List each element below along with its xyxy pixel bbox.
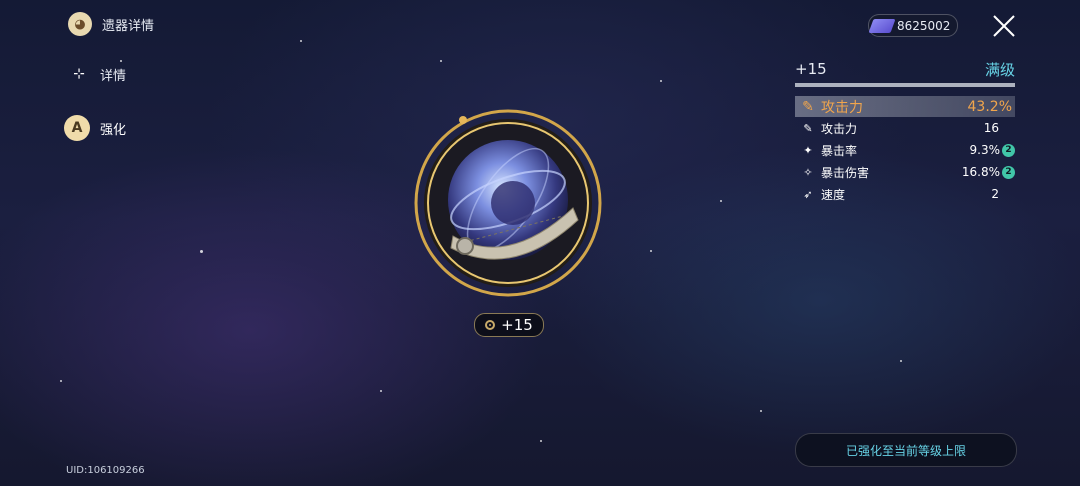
nav-item-enhance[interactable]: A 强化	[64, 115, 126, 141]
sub-stat-name: 暴击伤害	[821, 165, 870, 180]
upgrade-count-badge: 2	[1002, 143, 1015, 157]
attack-icon: ✎	[802, 98, 814, 115]
level-ring-icon	[485, 320, 496, 330]
max-level-label: 满级	[984, 60, 1015, 79]
max-enhance-notice: 已强化至当前等级上限	[795, 433, 1017, 467]
enhance-icon: A	[64, 115, 90, 141]
main-stat-name: 攻击力	[821, 99, 863, 116]
close-icon	[993, 15, 1015, 37]
sub-stat-row: ✦ 暴击率 9.3% 2	[795, 139, 1015, 161]
currency-value: 8625002	[897, 18, 951, 33]
sub-stat-row: ✧ 暴击伤害 16.8% 2	[795, 161, 1015, 183]
nav-item-details-label: 详情	[100, 68, 127, 84]
close-button[interactable]	[990, 12, 1018, 40]
sub-stat-value: 16	[983, 121, 999, 135]
main-stat-row: ✎ 攻击力 43.2%	[795, 96, 1015, 117]
nav-item-details[interactable]: ⊹ 详情	[68, 63, 126, 85]
character-avatar-icon: ◕	[68, 12, 92, 36]
attack-icon: ✎	[803, 121, 813, 135]
nav-title-label: 遗器详情	[102, 18, 155, 34]
crit-damage-icon: ✧	[803, 165, 813, 179]
crit-rate-icon: ✦	[803, 143, 813, 157]
uid-label: UID:106109266	[66, 465, 145, 476]
stats-panel: +15 满级 ✎ 攻击力 43.2% ✎ 攻击力 16 ✦ 暴击率 9.3% 2…	[795, 58, 1015, 205]
sub-stat-name: 速度	[821, 187, 846, 202]
sub-stat-value: 16.8%	[961, 165, 1000, 179]
nav-item-enhance-label: 强化	[100, 122, 127, 138]
currency-display: 8625002	[868, 14, 958, 37]
main-stat-value: 43.2%	[967, 98, 1012, 115]
relic-level-badge: +15	[474, 313, 544, 337]
nav-relic-detail-title[interactable]: ◕ 遗器详情	[68, 12, 154, 36]
sub-stat-row: ✎ 攻击力 16	[795, 117, 1015, 139]
sub-stat-value-group: 9.3% 2	[969, 143, 1015, 157]
level-progress-bar	[795, 83, 1015, 87]
exp-material-icon	[868, 18, 896, 33]
detail-icon: ⊹	[73, 66, 85, 82]
sub-stat-value-group: 16.8% 2	[962, 165, 1015, 179]
sub-stat-name: 攻击力	[821, 121, 858, 136]
speed-icon: ➶	[803, 187, 813, 201]
upgrade-count-badge: 2	[1002, 165, 1015, 179]
sub-stat-value: 2	[991, 187, 999, 201]
relic-level-value: +15	[501, 316, 533, 334]
sub-stat-value: 9.3%	[969, 143, 1001, 157]
stats-level: +15	[795, 60, 827, 78]
sub-stat-row: ➶ 速度 2	[795, 183, 1015, 205]
sub-stat-name: 暴击率	[821, 143, 858, 158]
stats-header: +15 满级	[795, 58, 1015, 80]
relic-sphere-icon	[414, 109, 602, 297]
